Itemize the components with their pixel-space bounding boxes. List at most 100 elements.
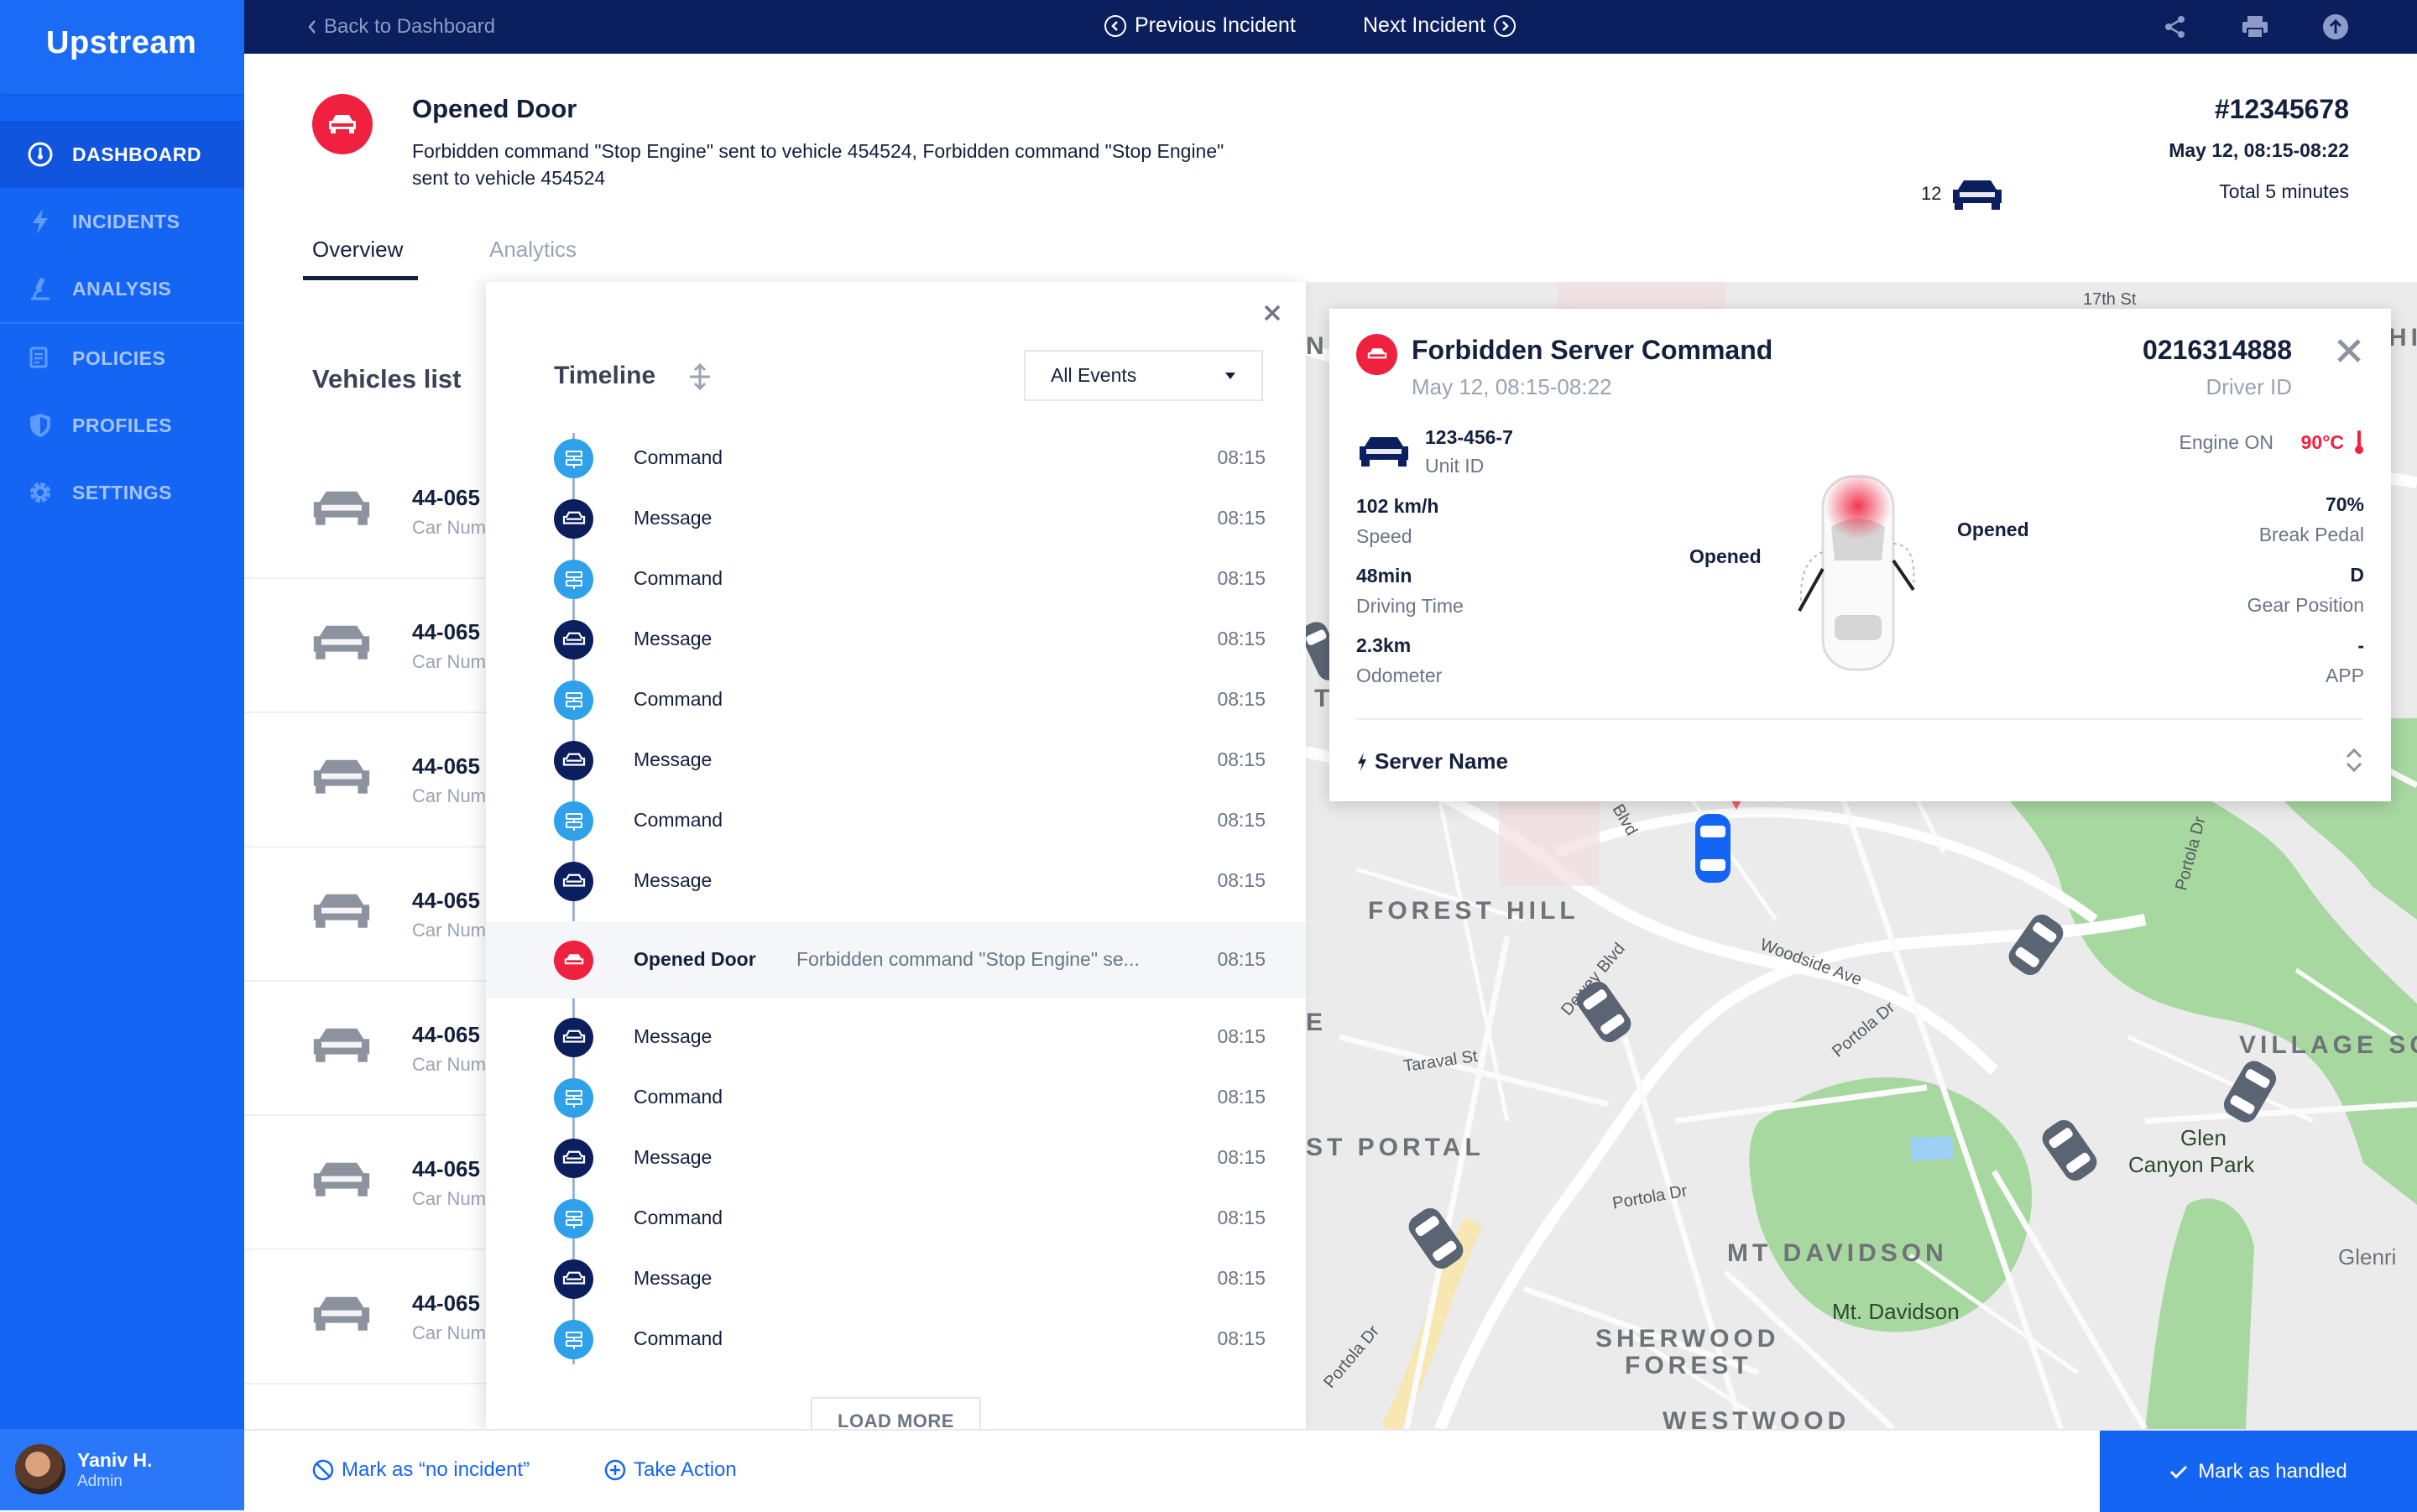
map-label: MT DAVIDSON xyxy=(1727,1239,1948,1267)
previous-incident-button[interactable]: Previous Incident xyxy=(1104,13,1296,38)
timeline-event[interactable]: Message 08:15 xyxy=(486,851,1306,911)
user-profile[interactable]: Yaniv H. Admin xyxy=(0,1429,244,1510)
tab-analytics[interactable]: Analytics xyxy=(489,237,577,263)
selected-vehicle-marker[interactable] xyxy=(1692,811,1734,886)
timeline-event[interactable]: Command 08:15 xyxy=(486,428,1306,488)
vehicle-list-item[interactable]: 44-065Car Num xyxy=(244,1383,488,1429)
timeline-event[interactable]: Message 08:15 xyxy=(486,609,1306,670)
map-label: Glen xyxy=(2180,1125,2226,1150)
car-top-view xyxy=(1798,472,1915,671)
ban-icon xyxy=(312,1459,334,1481)
mark-as-handled-button[interactable]: Mark as handled xyxy=(2100,1431,2417,1512)
timeline-event[interactable]: Command 08:15 xyxy=(486,1067,1306,1128)
message-car-icon xyxy=(562,753,585,766)
event-type-badge xyxy=(554,741,593,780)
car-icon xyxy=(313,491,370,525)
timeline-event[interactable]: Opened Door Forbidden command "Stop Engin… xyxy=(486,921,1306,998)
take-action-button[interactable]: Take Action xyxy=(603,1458,737,1482)
brake-pedal-label: Break Pedal xyxy=(2258,524,2364,545)
map-label: WESTWOOD xyxy=(1663,1407,1851,1429)
detail-time: May 12, 08:15-08:22 xyxy=(1412,374,1612,399)
nav-divider xyxy=(0,322,244,324)
next-incident-button[interactable]: Next Incident xyxy=(1363,13,1516,38)
timeline-event[interactable]: Message 08:15 xyxy=(486,730,1306,790)
event-type-badge xyxy=(554,862,593,901)
vehicle-list-item[interactable]: 44-065Car Num xyxy=(244,980,488,1116)
share-icon[interactable] xyxy=(2160,12,2190,42)
affected-vehicles-count[interactable]: 12 xyxy=(1921,176,2005,211)
gear-icon xyxy=(25,477,55,508)
back-to-dashboard-link[interactable]: Back to Dashboard xyxy=(307,15,495,39)
upload-icon[interactable] xyxy=(2320,12,2351,42)
mark-no-incident-label: Mark as “no incident” xyxy=(342,1458,530,1481)
timeline-event[interactable]: Message 08:15 xyxy=(486,488,1306,549)
event-time: 08:15 xyxy=(1217,688,1266,710)
event-label: Message xyxy=(634,628,713,649)
incident-description: Forbidden command "Stop Engine" sent to … xyxy=(412,140,1224,189)
door-right-status: Opened xyxy=(1957,519,2029,540)
unit-id-label: Unit ID xyxy=(1425,455,1485,477)
timeline-event[interactable]: Command 08:15 xyxy=(486,1188,1306,1249)
driving-time-value: 48min xyxy=(1356,565,1412,587)
vehicle-number: 44-065 xyxy=(412,888,480,913)
sidebar-item-label: ANALYSIS xyxy=(72,277,172,300)
sidebar-item-profiles[interactable]: PROFILES xyxy=(0,392,244,459)
vehicle-list-item[interactable]: 44-065Car Num xyxy=(244,577,488,713)
engine-status-label: Engine ON xyxy=(2179,431,2273,453)
odometer-label: Odometer xyxy=(1356,665,1443,686)
event-label: Command xyxy=(634,1086,723,1108)
event-time: 08:15 xyxy=(1217,567,1266,589)
chevron-right-circle-icon xyxy=(1493,14,1516,37)
command-icon xyxy=(565,1331,582,1349)
expand-collapse-icon[interactable] xyxy=(2344,745,2364,775)
incident-number: #12345678 xyxy=(2214,94,2349,124)
vehicle-number: 44-065 xyxy=(412,1290,480,1316)
timeline-event[interactable]: Command 08:15 xyxy=(486,1309,1306,1369)
sidebar-item-dashboard[interactable]: DASHBOARD xyxy=(0,121,244,188)
event-type-badge xyxy=(554,620,593,660)
timeline-event[interactable]: Command 08:15 xyxy=(486,790,1306,851)
vehicle-list-item[interactable]: 44-065Car Num xyxy=(244,443,488,579)
adjust-filter-icon[interactable] xyxy=(686,362,714,391)
app-logo[interactable]: Upstream xyxy=(46,25,196,61)
timeline-event[interactable]: Command 08:15 xyxy=(486,549,1306,609)
timeline-event[interactable]: Message 08:15 xyxy=(486,1128,1306,1188)
vehicle-list-item[interactable]: 44-065Car Num xyxy=(244,1114,488,1250)
vehicle-list-item[interactable]: 44-065Car Num xyxy=(244,1249,488,1384)
caret-down-icon xyxy=(1225,372,1235,379)
vehicle-list-item[interactable]: 44-065Car Num xyxy=(244,712,488,847)
next-incident-label: Next Incident xyxy=(1363,13,1485,37)
event-type-badge xyxy=(554,801,593,841)
event-type-badge xyxy=(554,1018,593,1057)
event-label: Command xyxy=(634,688,723,710)
vehicle-list-item[interactable]: 44-065Car Num xyxy=(244,846,488,982)
sidebar-item-incidents[interactable]: INCIDENTS xyxy=(0,188,244,255)
speed-label: Speed xyxy=(1356,525,1412,547)
sidebar-item-label: PROFILES xyxy=(72,414,173,436)
map-label: VILLAGE SQ xyxy=(2239,1031,2417,1059)
timeline-title: Timeline xyxy=(554,362,656,389)
timeline-event[interactable]: Command 08:15 xyxy=(486,670,1306,730)
close-timeline-icon[interactable] xyxy=(1260,300,1285,326)
tab-overview[interactable]: Overview xyxy=(312,237,403,263)
mark-no-incident-button[interactable]: Mark as “no incident” xyxy=(311,1458,530,1482)
event-time: 08:15 xyxy=(1217,1025,1266,1047)
print-icon[interactable] xyxy=(2240,12,2270,42)
event-label: Command xyxy=(634,567,723,589)
sidebar-item-policies[interactable]: POLICIES xyxy=(0,325,244,392)
sidebar-item-settings[interactable]: SETTINGS xyxy=(0,459,244,526)
timeline-event[interactable]: Message 08:15 xyxy=(486,1007,1306,1067)
server-name-row[interactable]: Server Name xyxy=(1356,748,1508,774)
load-more-button[interactable]: LOAD MORE xyxy=(811,1397,981,1429)
close-card-button[interactable] xyxy=(2332,334,2366,368)
avatar xyxy=(15,1444,65,1494)
event-filter-select[interactable]: All Events xyxy=(1024,350,1263,401)
sidebar-item-analysis[interactable]: ANALYSIS xyxy=(0,255,244,322)
vehicle-number: 44-065 xyxy=(412,753,480,779)
check-icon xyxy=(2170,1465,2188,1478)
event-type-badge xyxy=(554,1320,593,1359)
timeline-event[interactable]: Message 08:15 xyxy=(486,1249,1306,1309)
active-tab-indicator xyxy=(303,276,418,280)
incident-total-duration: Total 5 minutes xyxy=(2219,180,2349,202)
chevron-left-circle-icon xyxy=(1104,14,1126,37)
